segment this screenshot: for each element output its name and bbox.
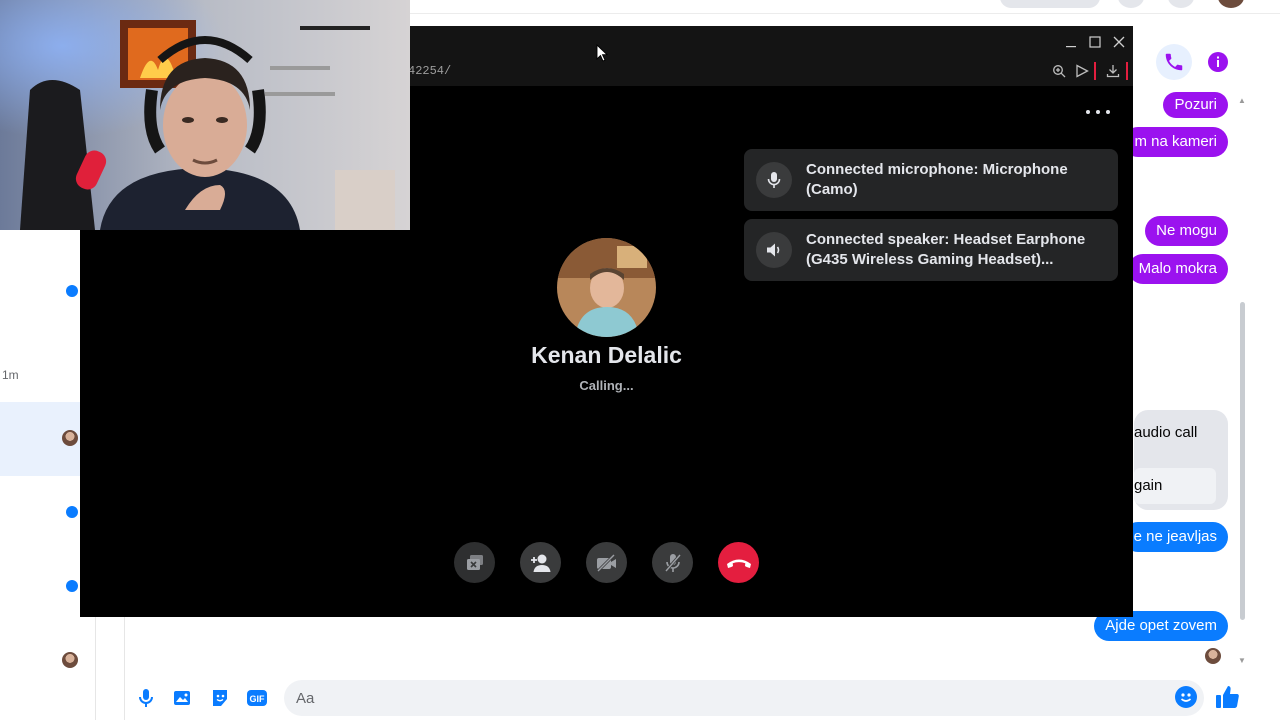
message-bubble[interactable]: e ne jeavljas [1122, 522, 1228, 552]
zoom-button[interactable] [1050, 62, 1068, 80]
streamer-webcam-image [0, 0, 410, 230]
scroll-down-arrow[interactable]: ▼ [1238, 656, 1246, 665]
sticker-icon[interactable] [208, 686, 232, 710]
video-off-icon [596, 553, 616, 572]
url-fragment: 42254/ [408, 64, 452, 78]
voice-clip-icon[interactable] [134, 686, 158, 710]
chat-list-item[interactable] [0, 624, 96, 698]
photo-icon[interactable] [171, 686, 195, 710]
speaker-icon [756, 232, 792, 268]
status-indicator [1094, 62, 1096, 80]
close-button[interactable] [1109, 32, 1129, 52]
message-bubble[interactable]: Ne mogu [1145, 216, 1228, 246]
minimize-icon [1066, 46, 1076, 48]
message-input[interactable] [284, 680, 1154, 716]
mute-button[interactable] [652, 542, 693, 583]
status-indicator [1126, 62, 1128, 80]
webcam-overlay [0, 0, 410, 230]
nav-button[interactable] [1118, 0, 1144, 8]
message-composer: GIF [124, 676, 1254, 720]
svg-text:GIF: GIF [250, 694, 266, 704]
messages-scrollbar[interactable] [1238, 96, 1246, 666]
mic-off-icon [664, 553, 681, 572]
microphone-notification: Connected microphone: Microphone (Camo) [744, 149, 1118, 211]
audio-call-button[interactable] [1156, 44, 1192, 80]
seen-avatar [1205, 648, 1221, 664]
minimize-button[interactable] [1061, 32, 1081, 52]
end-call-icon [726, 559, 751, 568]
seen-avatar [62, 652, 78, 668]
screen-share-icon [466, 554, 483, 570]
dot-icon [1106, 110, 1110, 114]
message-bubble[interactable]: Malo mokra [1127, 254, 1228, 284]
speaker-notification: Connected speaker: Headset Earphone (G43… [744, 219, 1118, 281]
unread-indicator [66, 506, 78, 518]
callee-avatar [557, 238, 656, 337]
microphone-notification-text: Connected microphone: Microphone (Camo) [806, 161, 1068, 198]
search-field-edge[interactable] [1000, 0, 1100, 8]
dot-icon [1086, 110, 1090, 114]
callee-name: Kenan Delalic [531, 342, 682, 368]
camera-toggle-button[interactable] [586, 542, 627, 583]
message-bubble[interactable]: Pozuri [1163, 92, 1228, 118]
thumbs-up-icon[interactable] [1214, 684, 1242, 712]
info-icon [1208, 52, 1228, 72]
message-input-wrapper [284, 680, 1204, 716]
unread-indicator [66, 285, 78, 297]
emoji-icon[interactable] [1175, 686, 1197, 708]
phone-icon [1165, 53, 1183, 71]
nav-button[interactable] [1168, 0, 1194, 8]
mouse-cursor [596, 44, 608, 62]
missed-call-text: audio call [1134, 424, 1198, 441]
add-people-button[interactable] [520, 542, 561, 583]
end-call-button[interactable] [718, 542, 759, 583]
conversation-info-button[interactable] [1200, 44, 1236, 80]
message-bubble[interactable]: m na kameri [1123, 127, 1228, 157]
chat-timestamp: 1m [2, 368, 19, 382]
top-navigation-bar [410, 0, 1280, 14]
send-icon [1076, 64, 1089, 78]
more-options-button[interactable] [1086, 104, 1110, 120]
speaker-notification-text: Connected speaker: Headset Earphone (G43… [806, 231, 1086, 268]
add-person-icon [530, 554, 550, 572]
dot-icon [1096, 110, 1100, 114]
download-button[interactable] [1104, 62, 1122, 80]
download-icon [1106, 65, 1120, 78]
profile-avatar[interactable] [1218, 0, 1244, 8]
call-status: Calling... [579, 378, 634, 393]
unread-indicator [66, 580, 78, 592]
gif-icon[interactable]: GIF [245, 686, 269, 710]
share-screen-button[interactable] [454, 542, 495, 583]
maximize-icon [1089, 36, 1101, 48]
call-again-button[interactable]: gain [1134, 468, 1216, 504]
send-button[interactable] [1073, 62, 1091, 80]
close-icon [1113, 36, 1125, 48]
microphone-icon [756, 162, 792, 198]
maximize-button[interactable] [1085, 32, 1105, 52]
zoom-icon [1053, 65, 1066, 78]
seen-avatar [62, 430, 78, 446]
